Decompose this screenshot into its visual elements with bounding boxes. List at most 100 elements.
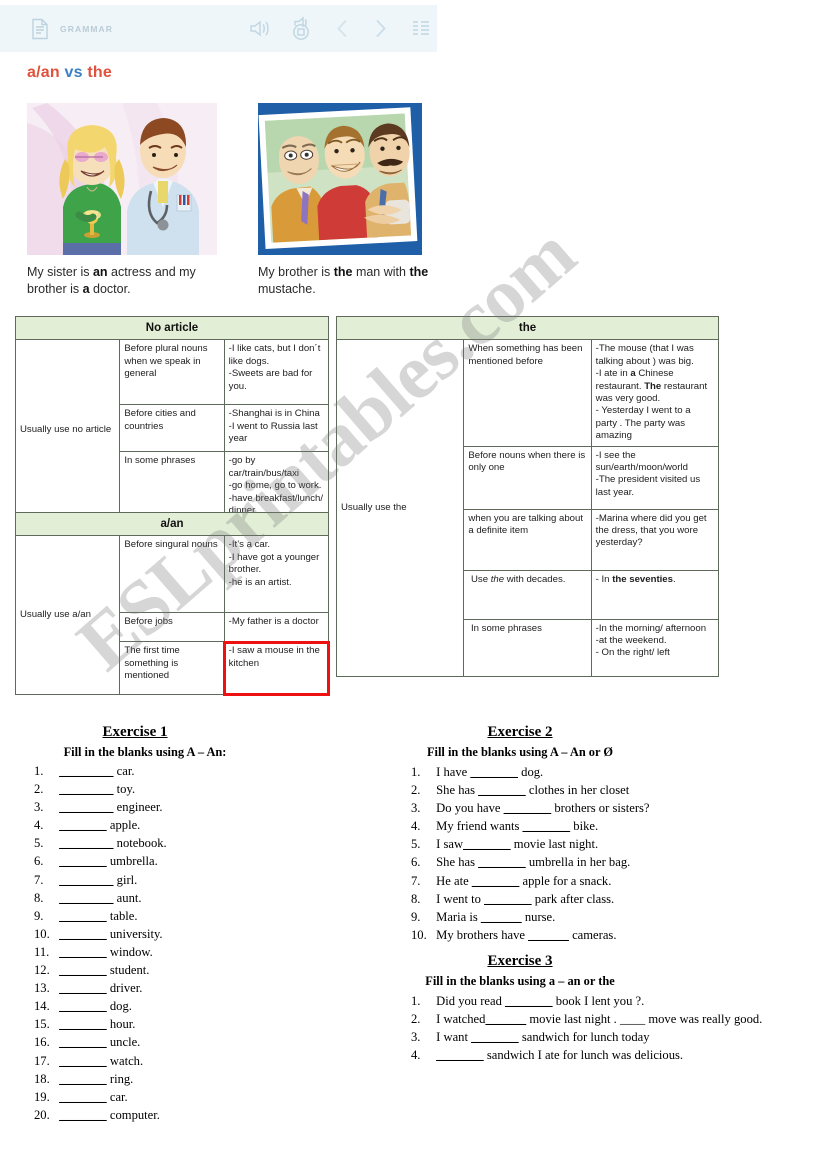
item-number: 2. <box>411 783 421 798</box>
table-a-an: a/an Usually use a/an Before singural no… <box>14 511 330 696</box>
item-text-before: He ate <box>433 873 472 888</box>
page-title: a/an vs the <box>27 64 112 82</box>
next-arrow-icon[interactable] <box>374 19 387 43</box>
answer-blank[interactable]: _______ <box>478 855 526 869</box>
answer-blank[interactable]: ________ <box>59 891 113 905</box>
item-text-before: I went to <box>433 891 485 906</box>
list-icon[interactable] <box>412 20 430 42</box>
exercise-item: 1. ________ car. <box>34 762 167 780</box>
item-text-after: window. <box>106 944 153 959</box>
title-part-aan: a/an <box>27 64 60 81</box>
illustration-actress-doctor <box>27 103 217 255</box>
answer-blank[interactable]: ________ <box>59 782 113 796</box>
exercise-item: 2. ________ toy. <box>34 780 167 798</box>
item-text-after: umbrella. <box>106 854 158 869</box>
table-case: Before singural nouns <box>119 535 225 614</box>
answer-blank[interactable]: _______ <box>59 1017 107 1031</box>
answer-blank[interactable]: _______ <box>59 999 107 1013</box>
exercise-item: 5. I saw_______ movie last night. <box>411 835 650 853</box>
exercise-1-instruction: Fill in the blanks using A – An: <box>63 745 227 759</box>
answer-blank[interactable]: ________ <box>59 873 113 887</box>
title-part-the: the <box>87 64 112 81</box>
item-text-after: cameras. <box>568 927 617 942</box>
item-text-after: watch. <box>106 1053 144 1068</box>
answer-blank[interactable]: _______ <box>59 1054 107 1068</box>
answer-blank[interactable]: ________ <box>59 764 113 778</box>
answer-blank[interactable]: _______ <box>470 765 518 779</box>
item-text-after: toy. <box>113 782 136 797</box>
exercise-item: 18. _______ ring. <box>34 1070 167 1088</box>
record-icon[interactable] <box>290 16 316 46</box>
answer-blank[interactable]: _______ <box>463 837 511 851</box>
item-text-after: driver. <box>106 981 143 996</box>
illustration-three-men-photo <box>258 103 422 255</box>
item-number: 16. <box>34 1035 50 1050</box>
item-number: 1. <box>411 994 421 1008</box>
answer-blank[interactable]: ______ <box>528 928 569 942</box>
answer-blank[interactable]: _______ <box>523 819 571 833</box>
item-text-before: I watched <box>433 1012 486 1027</box>
item-text-after: dog. <box>106 999 132 1014</box>
exercise-1-items: 1. ________ car. 2. ________ toy. 3. _____… <box>34 762 167 1124</box>
answer-blank[interactable]: _______ <box>59 1090 107 1104</box>
item-text-before: I saw <box>433 837 464 852</box>
item-text-after: book I lent you ?. <box>552 994 645 1008</box>
answer-blank[interactable]: _______ <box>472 874 520 888</box>
answer-blank[interactable]: _______ <box>59 927 107 941</box>
answer-blank[interactable]: ______ <box>485 1012 526 1026</box>
exercise-item: 10. My brothers have ______ cameras. <box>411 926 650 944</box>
answer-blank[interactable]: _______ <box>484 892 532 906</box>
answer-blank[interactable]: _______ <box>59 909 107 923</box>
answer-blank[interactable]: _______ <box>59 1035 107 1049</box>
item-text-after: park after class. <box>531 891 615 906</box>
prev-arrow-icon[interactable] <box>336 19 349 43</box>
table-example: - In the seventies. <box>590 569 720 620</box>
item-number: 4. <box>411 1048 421 1063</box>
exercise-item: 12. _______ student. <box>34 961 167 979</box>
table-header-a-an: a/an <box>15 511 329 537</box>
answer-blank[interactable]: ________ <box>59 800 113 814</box>
table-case: Before plural nouns when we speak in gen… <box>119 339 225 406</box>
item-number: 7. <box>411 873 421 888</box>
answer-blank[interactable]: _______ <box>59 963 107 977</box>
toolbar-label: GRAMMAR <box>60 23 114 34</box>
item-number: 7. <box>34 872 44 887</box>
table-case: The first time something is mentioned <box>119 641 225 696</box>
item-text-after: hour. <box>106 1017 136 1032</box>
answer-blank[interactable]: _______ <box>59 854 107 868</box>
top-toolbar: GRAMMAR <box>0 5 437 52</box>
item-text-after: notebook. <box>113 836 167 851</box>
item-number: 5. <box>411 837 421 852</box>
answer-blank[interactable]: _______ <box>478 783 526 797</box>
answer-blank[interactable]: _______ <box>59 981 107 995</box>
item-text-after: girl. <box>113 872 138 887</box>
item-text-before: Maria is <box>433 909 481 924</box>
answer-blank[interactable]: _______ <box>59 1072 107 1086</box>
item-number: 4. <box>411 819 421 834</box>
table-case: When something has been mentioned before <box>463 339 592 447</box>
answer-blank[interactable]: _______ <box>471 1030 519 1044</box>
exercise-item: 20. _______ computer. <box>34 1106 167 1124</box>
answer-blank[interactable]: ________ <box>59 836 113 850</box>
exercise-3-instruction: Fill in the blanks using a – an or the <box>425 974 615 988</box>
answer-blank[interactable]: _______ <box>505 994 553 1008</box>
item-text-after: brothers or sisters? <box>551 801 650 816</box>
item-text-before: She has <box>433 855 479 870</box>
speaker-icon[interactable] <box>249 18 271 44</box>
answer-blank[interactable]: _______ <box>59 1108 107 1122</box>
exercise-item: 3. Do you have _______ brothers or siste… <box>411 799 650 817</box>
answer-blank[interactable]: _______ <box>59 818 107 832</box>
table-example-highlighted: -I saw a mouse in the kitchen <box>223 640 330 696</box>
answer-blank[interactable]: _______ <box>59 945 107 959</box>
answer-blank[interactable]: _______ <box>436 1048 484 1062</box>
item-number: 19. <box>34 1089 50 1104</box>
item-text-after: sandwich for lunch today <box>518 1030 650 1045</box>
item-number: 6. <box>34 854 44 869</box>
exercise-item: 1. I have _______ dog. <box>411 763 650 781</box>
document-icon[interactable] <box>30 18 50 40</box>
answer-blank[interactable]: ______ <box>481 910 522 924</box>
item-text-after: bike. <box>570 819 599 834</box>
table-case: when you are talking about a definite it… <box>463 508 592 571</box>
item-number: 1. <box>34 764 44 778</box>
answer-blank[interactable]: _______ <box>504 801 552 815</box>
